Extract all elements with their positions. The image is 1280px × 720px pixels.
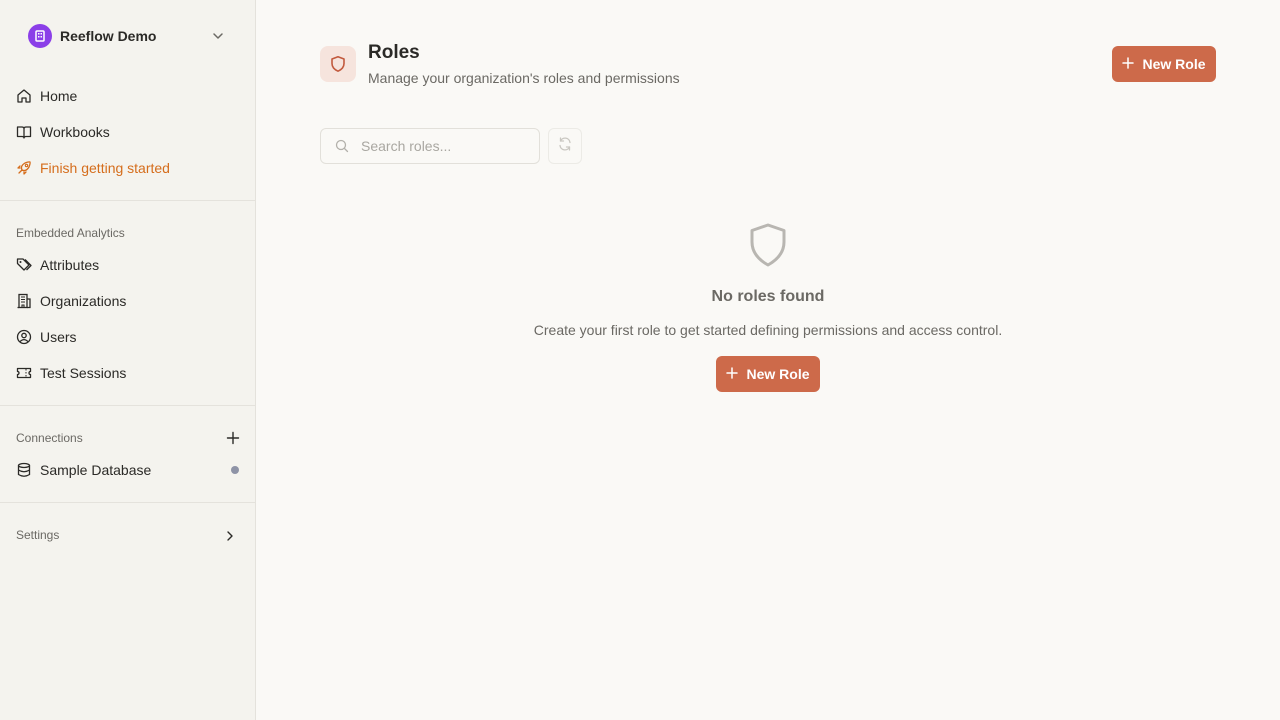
tags-icon [16,257,32,273]
connection-status-dot [231,466,239,474]
connection-item-sample-database[interactable]: Sample Database [8,454,248,486]
new-role-label: New Role [1142,56,1206,72]
sidebar: Reeflow Demo Home Workbooks Finish getti… [0,0,256,720]
nav-item-label: Workbooks [40,124,110,140]
sidebar-divider [0,502,256,503]
embedded-analytics-heading: Embedded Analytics [16,226,125,240]
nav-item-label: Finish getting started [40,160,170,176]
nav-item-home[interactable]: Home [8,80,248,112]
building-icon [16,293,32,309]
new-role-label: New Role [746,366,810,382]
nav-item-test-sessions[interactable]: Test Sessions [8,357,248,389]
org-logo [28,24,52,48]
nav-item-finish-getting-started[interactable]: Finish getting started [8,152,248,184]
refresh-icon [557,136,573,157]
page-title: Roles [368,42,420,63]
empty-state-description: Create your first role to get started de… [533,322,1003,338]
connections-heading: Connections [16,431,83,445]
chevron-right-icon [224,529,236,547]
connection-label: Sample Database [40,462,152,478]
org-switcher[interactable]: Reeflow Demo [16,20,240,52]
plus-icon [726,366,739,382]
shield-icon [320,46,356,82]
search-icon [335,139,349,153]
new-role-button[interactable]: New Role [1112,46,1216,82]
nav-item-label: Users [40,329,77,345]
shield-icon [748,222,788,273]
settings-toggle[interactable]: Settings [8,522,248,548]
nav-item-label: Test Sessions [40,365,127,381]
nav-item-label: Attributes [40,257,100,273]
nav-item-organizations[interactable]: Organizations [8,285,248,317]
database-icon [16,462,32,478]
home-icon [16,88,32,104]
empty-state-title: No roles found [711,288,825,305]
user-circle-icon [16,329,32,345]
search-input[interactable] [361,138,521,154]
sidebar-divider [0,200,256,201]
settings-label: Settings [16,528,60,542]
nav-item-users[interactable]: Users [8,321,248,353]
ticket-icon [16,365,32,381]
search-box [320,128,540,164]
empty-state-new-role-button[interactable]: New Role [716,356,820,392]
nav-item-attributes[interactable]: Attributes [8,249,248,281]
nav-item-label: Home [40,88,78,104]
page-subtitle: Manage your organization's roles and per… [368,70,680,86]
sidebar-divider [0,405,256,406]
nav-item-label: Organizations [40,293,127,309]
org-name: Reeflow Demo [60,28,157,44]
plus-icon [1122,56,1135,72]
rocket-icon [16,160,32,176]
nav-item-workbooks[interactable]: Workbooks [8,116,248,148]
add-connection-icon[interactable] [226,431,240,445]
refresh-button[interactable] [548,128,582,164]
chevron-down-icon [212,29,224,47]
book-icon [16,124,32,140]
